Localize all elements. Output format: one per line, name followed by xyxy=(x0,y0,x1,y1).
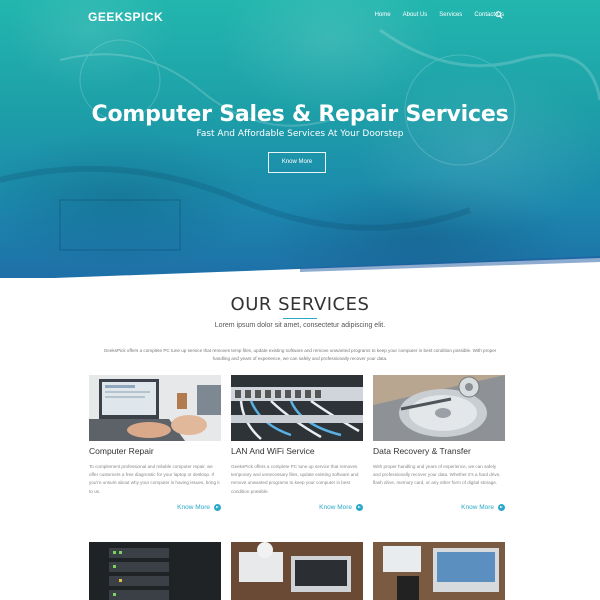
nav-services[interactable]: Services xyxy=(439,12,462,18)
lan-wifi-image xyxy=(231,375,363,441)
know-more-label: Know More xyxy=(319,504,352,511)
card-title: Computer Repair xyxy=(89,446,154,456)
card-title: LAN And WiFi Service xyxy=(231,446,315,456)
devices-workspace-image xyxy=(373,542,505,600)
arrow-right-icon xyxy=(214,504,221,511)
card-text: GeeksPick offers a complete PC tune up s… xyxy=(231,464,359,494)
nav-home[interactable]: Home xyxy=(375,12,391,18)
hero-know-more-button[interactable]: Know More xyxy=(268,152,326,173)
card-text: With proper handling and years of experi… xyxy=(373,464,501,486)
hero-subtitle: Fast And Affordable Services At Your Doo… xyxy=(196,129,404,139)
arrow-right-icon xyxy=(356,504,363,511)
services-title: OUR SERVICES xyxy=(230,294,370,315)
search-icon[interactable] xyxy=(495,11,503,19)
computer-repair-image xyxy=(89,375,221,441)
arrow-right-icon xyxy=(498,504,505,511)
know-more-link[interactable]: Know More xyxy=(461,504,505,511)
hero-title: Computer Sales & Repair Services xyxy=(91,102,509,127)
service-card-lan-wifi: LAN And WiFi Service GeeksPick offers a … xyxy=(231,375,363,515)
know-more-link[interactable]: Know More xyxy=(177,504,221,511)
nav-about-us[interactable]: About Us xyxy=(403,12,428,18)
laptop-desk-image xyxy=(231,542,363,600)
service-card-data-recovery: Data Recovery & Transfer With proper han… xyxy=(373,375,505,515)
services-description: GeeksPick offers a complete PC tune up s… xyxy=(103,348,497,361)
services-title-underline xyxy=(283,318,317,319)
card-title: Data Recovery & Transfer xyxy=(373,446,471,456)
brand-logo[interactable]: GEEKSPICK xyxy=(88,10,163,24)
hero-slanted-divider xyxy=(0,256,600,280)
data-recovery-image xyxy=(373,375,505,441)
service-card-computer-repair: Computer Repair To complement profession… xyxy=(89,375,221,515)
know-more-label: Know More xyxy=(461,504,494,511)
main-nav: Home About Us Services Contact Us xyxy=(363,12,504,18)
card-text: To complement professional and reliable … xyxy=(89,464,220,494)
services-lead: Lorem ipsum dolor sit amet, consectetur … xyxy=(214,322,386,329)
know-more-link[interactable]: Know More xyxy=(319,504,363,511)
know-more-label: Know More xyxy=(177,504,210,511)
server-rack-image xyxy=(89,542,221,600)
